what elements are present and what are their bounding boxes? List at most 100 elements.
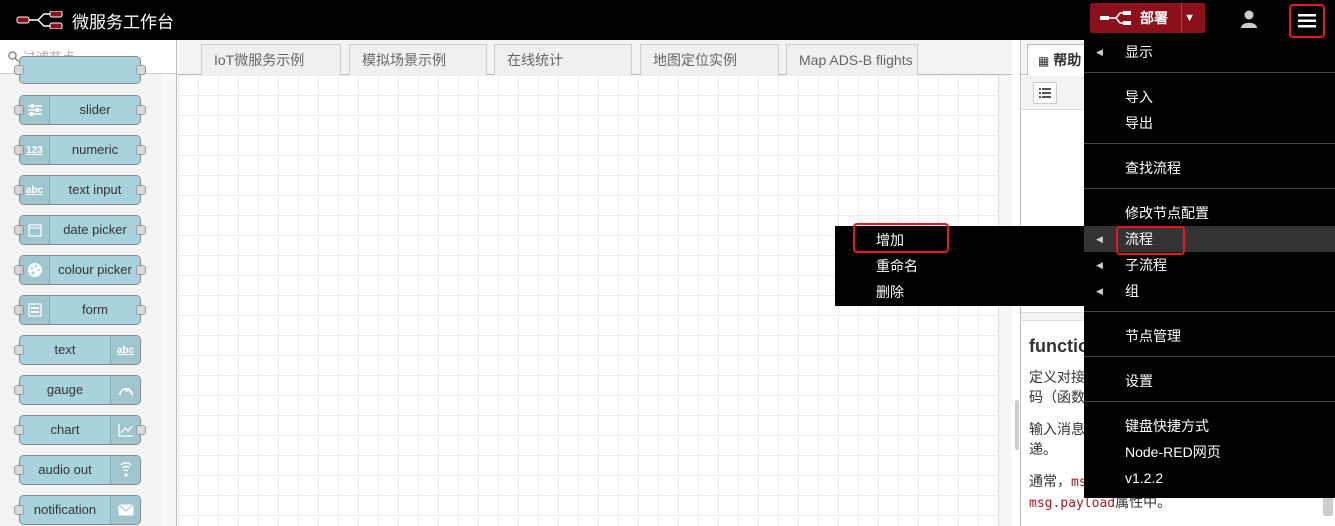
menu-item-display[interactable]: ◀ 显示 (1084, 39, 1335, 65)
palette-node-label: date picker (63, 222, 127, 237)
menu-item-label: 子流程 (1125, 257, 1167, 273)
text-input-icon: abc (20, 176, 50, 204)
calendar-icon (20, 216, 50, 244)
palette-node-text-input[interactable]: abc text input (14, 175, 146, 205)
node-red-logo-icon (16, 11, 63, 29)
node-palette: 过滤节点 slider 123 numeric abc text input (0, 40, 177, 526)
menu-item-search-flows[interactable]: 查找流程 (1084, 155, 1335, 181)
menu-item-export[interactable]: 导出 (1084, 110, 1335, 136)
output-port (136, 145, 146, 155)
menu-item-delete-flow[interactable]: 删除 (835, 279, 1085, 305)
tab-online-stats[interactable]: 在线统计 (494, 44, 632, 75)
tab-label: IoT微服务示例 (214, 52, 305, 68)
menu-item-label: 导出 (1125, 115, 1153, 131)
menu-item-label: 显示 (1125, 44, 1153, 60)
menu-item-label: 导入 (1125, 89, 1153, 105)
menu-item-label: 组 (1125, 283, 1139, 299)
palette-node-label: text (54, 342, 76, 357)
tab-map-location[interactable]: 地图定位实例 (640, 44, 779, 75)
output-port (136, 225, 146, 235)
palette-node-numeric[interactable]: 123 numeric (14, 135, 146, 165)
help-toc-button[interactable] (1033, 82, 1057, 104)
output-port (136, 65, 146, 75)
tab-scenario-example[interactable]: 模拟场景示例 (349, 44, 487, 75)
form-icon (20, 296, 50, 324)
input-port (14, 65, 24, 75)
submenu-arrow-icon: ◀ (1096, 260, 1103, 270)
menu-divider (1084, 72, 1335, 73)
palette-node-text[interactable]: text abc (14, 335, 141, 365)
submenu-arrow-icon: ◀ (1096, 234, 1103, 244)
tab-label: 模拟场景示例 (362, 52, 446, 68)
help-text: 通常， (1029, 473, 1071, 489)
palette-node-form[interactable]: form (14, 295, 146, 325)
deploy-label: 部署 (1140, 10, 1168, 26)
menu-divider (1084, 311, 1335, 312)
menu-item-label: 重命名 (876, 258, 918, 274)
help-text-line: 通常，ms (1029, 471, 1087, 493)
list-icon (1039, 88, 1051, 98)
deploy-dropdown-caret-icon[interactable]: ▼ (1184, 12, 1195, 24)
slider-icon (20, 96, 50, 124)
palette-node-label: form (82, 302, 108, 317)
header-bar: 微服务工作台 部署 ▼ (0, 0, 1335, 40)
palette-node-slider[interactable]: slider (14, 95, 146, 125)
output-port (136, 185, 146, 195)
palette-node-label: slider (79, 102, 111, 117)
menu-item-label: 增加 (876, 232, 904, 248)
output-port (136, 305, 146, 315)
menu-item-rename-flow[interactable]: 重命名 (835, 253, 1085, 279)
gauge-icon (110, 376, 140, 404)
help-code: msg.payload (1029, 496, 1116, 511)
workspace-resize-handle[interactable] (1015, 400, 1019, 450)
menu-item-add-flow[interactable]: 增加 (835, 227, 1085, 253)
palette-node-audio-out[interactable]: audio out (14, 455, 141, 485)
menu-item-subflows[interactable]: ◀ 子流程 (1084, 252, 1335, 278)
app-title: 微服务工作台 (72, 12, 174, 33)
palette-node-label: text input (68, 182, 122, 197)
palette-node-colour-picker[interactable]: colour picker (14, 255, 146, 285)
palette-node-partial[interactable] (14, 56, 146, 84)
user-menu-button[interactable] (1230, 4, 1268, 34)
menu-item-label: 节点管理 (1125, 328, 1181, 344)
menu-item-groups[interactable]: ◀ 组 (1084, 278, 1335, 304)
menu-divider (1084, 401, 1335, 402)
menu-item-label: 修改节点配置 (1125, 205, 1209, 221)
palette-node-label: gauge (46, 382, 84, 397)
tab-label: 在线统计 (507, 52, 563, 68)
book-icon: ▦ (1038, 54, 1050, 68)
palette-node-label: numeric (71, 142, 119, 157)
tab-iot-example[interactable]: IoT微服务示例 (201, 44, 341, 75)
menu-item-settings[interactable]: 设置 (1084, 368, 1335, 394)
menu-item-label: 删除 (876, 284, 904, 300)
menu-item-config-nodes[interactable]: 修改节点配置 (1084, 200, 1335, 226)
submenu-arrow-icon: ◀ (1096, 286, 1103, 296)
text-icon: abc (110, 336, 140, 364)
palette-node-label: audio out (38, 462, 92, 477)
menu-item-flows[interactable]: ◀ 流程 (1084, 226, 1335, 252)
menu-item-import[interactable]: 导入 (1084, 84, 1335, 110)
menu-item-manage-palette[interactable]: 节点管理 (1084, 323, 1335, 349)
output-port (136, 105, 146, 115)
main-menu-button[interactable] (1289, 4, 1325, 38)
palette-node-chart[interactable]: chart (14, 415, 146, 445)
palette-node-label: notification (33, 502, 97, 517)
menu-item-version: v1.2.2 (1084, 465, 1335, 491)
menu-item-label: 键盘快捷方式 (1125, 418, 1209, 434)
tab-map-ads-b[interactable]: Map ADS-B flights (786, 44, 918, 75)
output-port (136, 425, 146, 435)
menu-item-label: 流程 (1125, 231, 1153, 247)
palette-node-date-picker[interactable]: date picker (14, 215, 146, 245)
palette-node-gauge[interactable]: gauge (14, 375, 141, 405)
menu-divider (1084, 356, 1335, 357)
menu-item-node-red-website[interactable]: Node-RED网页 (1084, 439, 1335, 465)
palette-node-notification[interactable]: notification (14, 495, 141, 525)
palette-icon (20, 256, 50, 284)
menu-divider (1084, 188, 1335, 189)
palette-node-label: chart (50, 422, 80, 437)
menu-item-label: Node-RED网页 (1125, 444, 1221, 460)
deploy-button[interactable]: 部署 ▼ (1090, 3, 1205, 33)
menu-item-keyboard-shortcuts[interactable]: 键盘快捷方式 (1084, 413, 1335, 439)
search-icon (8, 51, 19, 62)
palette-scrollbar[interactable] (162, 74, 176, 526)
